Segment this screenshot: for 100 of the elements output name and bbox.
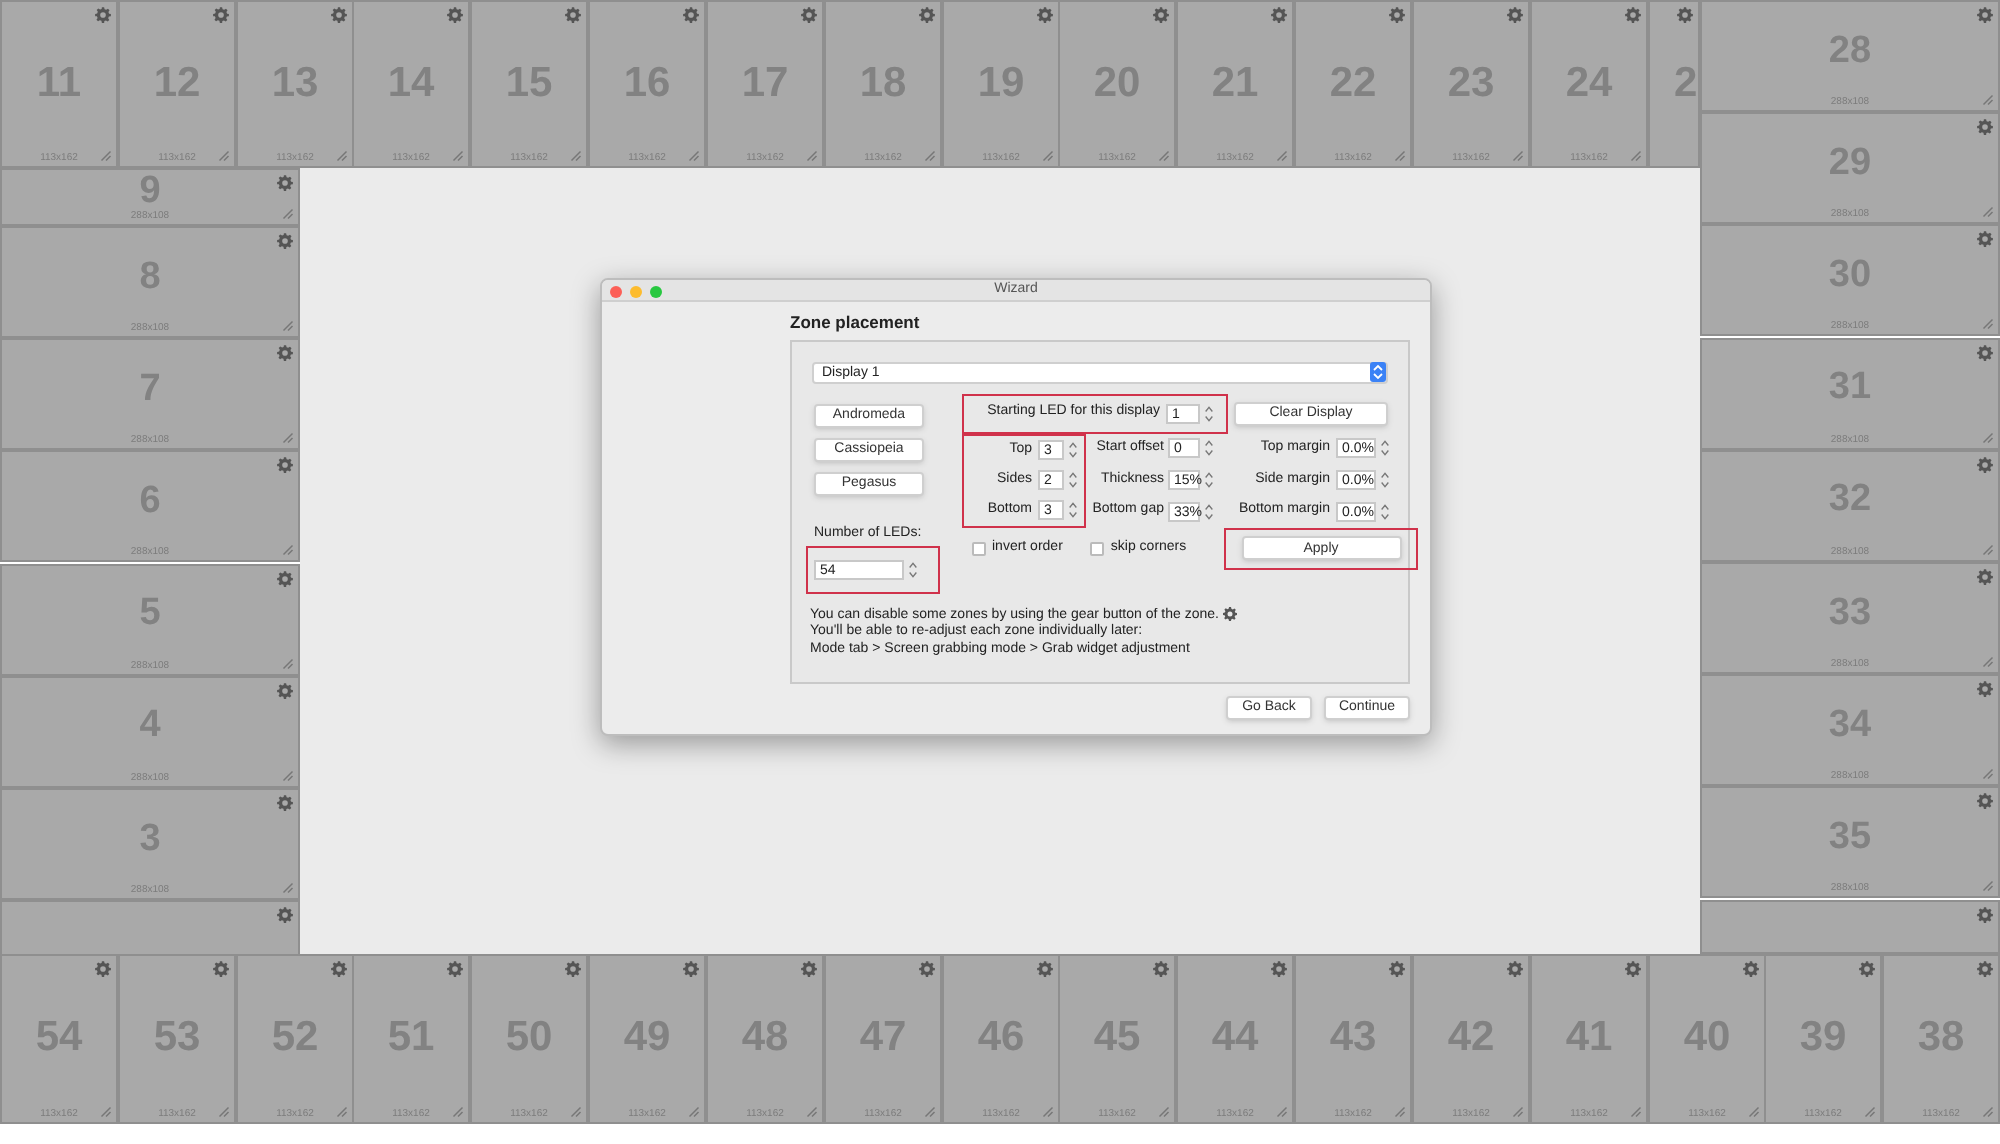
stepper-icon[interactable]	[1204, 403, 1214, 423]
resize-grip-icon[interactable]	[1982, 318, 1994, 331]
stepper-icon[interactable]	[1204, 501, 1214, 522]
resize-grip-icon[interactable]	[336, 1106, 348, 1118]
gear-icon[interactable]	[800, 960, 818, 978]
resize-grip-icon[interactable]	[1982, 656, 1994, 668]
gear-icon[interactable]	[1976, 343, 1994, 362]
stepper-icon[interactable]	[1068, 440, 1078, 460]
resize-grip-icon[interactable]	[688, 1106, 700, 1118]
resize-grip-icon[interactable]	[1982, 431, 1994, 444]
gear-icon[interactable]	[1976, 792, 1994, 811]
resize-grip-icon[interactable]	[1042, 1106, 1054, 1118]
resize-grip-icon[interactable]	[1982, 768, 1994, 781]
gear-icon[interactable]	[276, 569, 294, 588]
resize-grip-icon[interactable]	[924, 150, 936, 162]
resize-grip-icon[interactable]	[282, 208, 294, 220]
resize-grip-icon[interactable]	[570, 1106, 582, 1118]
resize-grip-icon[interactable]	[1982, 206, 1994, 219]
gear-icon[interactable]	[276, 344, 294, 363]
gear-icon[interactable]	[1976, 230, 1994, 249]
resize-grip-icon[interactable]	[452, 1106, 464, 1118]
resize-grip-icon[interactable]	[282, 769, 294, 782]
resize-grip-icon[interactable]	[1276, 150, 1288, 162]
resize-grip-icon[interactable]	[1982, 94, 1994, 106]
gear-icon[interactable]	[1742, 960, 1760, 978]
stepper-icon[interactable]	[1380, 501, 1390, 522]
resize-grip-icon[interactable]	[924, 1106, 936, 1118]
resize-grip-icon[interactable]	[1748, 1106, 1760, 1118]
resize-grip-icon[interactable]	[282, 882, 294, 894]
resize-grip-icon[interactable]	[336, 150, 348, 162]
gear-icon[interactable]	[1976, 568, 1994, 586]
gear-icon[interactable]	[918, 960, 936, 978]
gear-icon[interactable]	[1858, 960, 1876, 978]
resize-grip-icon[interactable]	[1630, 150, 1642, 162]
gear-icon[interactable]	[330, 6, 348, 24]
dropdown-arrows-icon[interactable]	[1370, 362, 1386, 382]
gear-icon[interactable]	[1976, 960, 1994, 978]
resize-grip-icon[interactable]	[100, 1106, 112, 1118]
gear-icon[interactable]	[330, 960, 348, 978]
stepper-icon[interactable]	[908, 560, 918, 580]
gear-icon[interactable]	[682, 960, 700, 978]
gear-icon[interactable]	[446, 960, 464, 978]
stepper-icon[interactable]	[1380, 438, 1390, 459]
checkbox[interactable]	[1090, 541, 1105, 555]
gear-icon[interactable]	[1036, 6, 1054, 24]
gear-icon[interactable]	[1152, 960, 1170, 978]
resize-grip-icon[interactable]	[570, 150, 582, 162]
gear-icon[interactable]	[1976, 6, 1994, 24]
resize-grip-icon[interactable]	[1512, 150, 1524, 162]
resize-grip-icon[interactable]	[806, 150, 818, 162]
gear-icon[interactable]	[1036, 960, 1054, 978]
resize-grip-icon[interactable]	[1158, 1106, 1170, 1118]
gear-icon[interactable]	[94, 960, 112, 978]
gear-icon[interactable]	[1976, 455, 1994, 474]
maximize-icon[interactable]	[650, 286, 662, 298]
gear-icon[interactable]	[276, 906, 294, 925]
resize-grip-icon[interactable]	[1394, 150, 1406, 162]
gear-icon[interactable]	[800, 6, 818, 24]
resize-grip-icon[interactable]	[282, 657, 294, 670]
gear-icon[interactable]	[1506, 960, 1524, 978]
resize-grip-icon[interactable]	[282, 544, 294, 557]
resize-grip-icon[interactable]	[688, 150, 700, 162]
gear-icon[interactable]	[276, 232, 294, 250]
checkbox[interactable]	[972, 541, 986, 555]
gear-icon[interactable]	[1624, 960, 1642, 978]
resize-grip-icon[interactable]	[1630, 1106, 1642, 1118]
resize-grip-icon[interactable]	[1042, 150, 1054, 162]
gear-icon[interactable]	[1676, 6, 1694, 24]
gear-icon[interactable]	[682, 6, 700, 24]
gear-icon[interactable]	[918, 6, 936, 24]
gear-icon[interactable]	[276, 174, 294, 192]
gear-icon[interactable]	[276, 456, 294, 475]
resize-grip-icon[interactable]	[1982, 543, 1994, 556]
stepper-icon[interactable]	[1068, 500, 1078, 520]
resize-grip-icon[interactable]	[282, 432, 294, 445]
gear-icon[interactable]	[94, 6, 112, 24]
resize-grip-icon[interactable]	[1158, 150, 1170, 162]
stepper-icon[interactable]	[1380, 469, 1390, 490]
stepper-icon[interactable]	[1068, 470, 1078, 490]
gear-icon[interactable]	[446, 6, 464, 24]
resize-grip-icon[interactable]	[282, 320, 294, 332]
resize-grip-icon[interactable]	[100, 150, 112, 162]
resize-grip-icon[interactable]	[1864, 1106, 1876, 1118]
gear-icon[interactable]	[212, 960, 230, 978]
gear-icon[interactable]	[212, 6, 230, 24]
gear-icon[interactable]	[1270, 6, 1288, 24]
resize-grip-icon[interactable]	[1394, 1106, 1406, 1118]
gear-icon[interactable]	[1152, 6, 1170, 24]
gear-icon[interactable]	[276, 681, 294, 700]
gear-icon[interactable]	[1624, 6, 1642, 24]
gear-icon[interactable]	[1388, 6, 1406, 24]
resize-grip-icon[interactable]	[806, 1106, 818, 1118]
resize-grip-icon[interactable]	[1276, 1106, 1288, 1118]
resize-grip-icon[interactable]	[218, 1106, 230, 1118]
gear-icon[interactable]	[1976, 905, 1994, 924]
gear-icon[interactable]	[276, 794, 294, 812]
resize-grip-icon[interactable]	[1512, 1106, 1524, 1118]
resize-grip-icon[interactable]	[1982, 880, 1994, 893]
gear-icon[interactable]	[564, 960, 582, 978]
gear-icon[interactable]	[1222, 606, 1239, 623]
